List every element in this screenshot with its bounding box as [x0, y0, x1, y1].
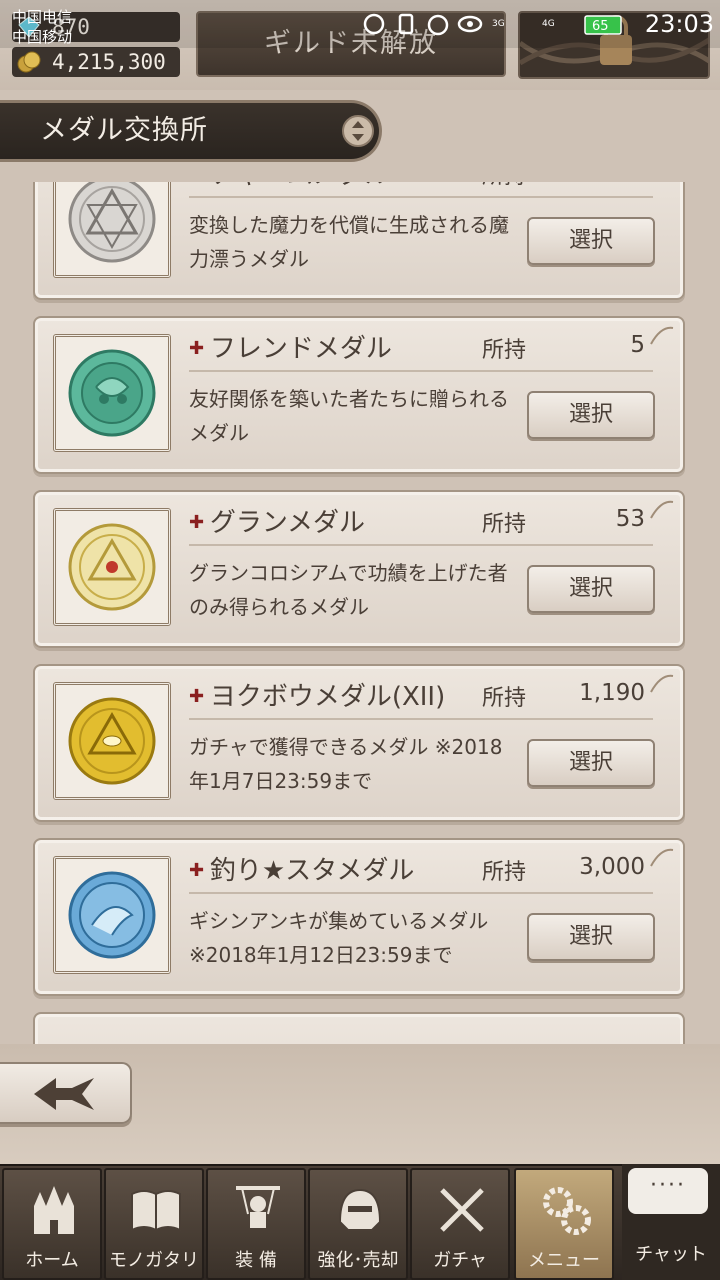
medal-name: チャームメダル	[189, 182, 391, 191]
green-medal-icon	[68, 349, 156, 437]
medal-image-frame	[53, 334, 171, 452]
nav-label: ホーム	[25, 1250, 79, 1271]
medal-image-frame	[53, 508, 171, 626]
medal-description: グランコロシアムで功績を上げた者のみ得られるメダル	[189, 561, 508, 619]
select-button[interactable]: 選択	[527, 565, 655, 613]
medal-name: ヨクボウメダル(XII)	[189, 676, 445, 713]
nav-gacha[interactable]: ガチャ	[410, 1168, 510, 1280]
owned-count: 3,000	[579, 854, 645, 880]
headset-icon	[363, 13, 385, 35]
medal-name: グランメダル	[189, 502, 365, 539]
back-area	[0, 1044, 720, 1164]
bottom-nav: ホーム モノガタリ 装 備 強化･売却 ガチャ メニュー	[0, 1164, 720, 1280]
carrier-2: 中国移动	[12, 28, 73, 46]
nav-label: 装 備	[235, 1250, 277, 1271]
medal-card-partial	[33, 1012, 685, 1044]
crossed-swords-icon	[440, 1188, 484, 1232]
medal-description: 友好関係を築いた者たちに贈られるメダル	[189, 387, 509, 445]
medal-description: 変換した魔力を代償に生成される魔力漂うメダル	[189, 213, 509, 271]
nav-home[interactable]: ホーム	[2, 1168, 102, 1280]
divider	[189, 718, 653, 720]
blue-medal-icon	[68, 871, 156, 959]
medal-card: フレンドメダル 所持 5 友好関係を築いた者たちに贈られるメダル 選択	[33, 316, 685, 474]
divider	[189, 196, 653, 198]
coin-icon	[17, 51, 41, 73]
owned-count: 94	[553, 182, 645, 184]
vibrate-icon	[398, 13, 414, 35]
corner-ornament-icon	[650, 326, 674, 345]
carrier-1: 中国电信	[12, 8, 73, 26]
gold-medal-icon	[68, 697, 156, 785]
back-button[interactable]	[0, 1062, 132, 1124]
chat-dots: ····	[650, 1173, 686, 1198]
owned-label: 所持	[482, 338, 527, 363]
castle-icon	[34, 1186, 74, 1234]
svg-text:3G: 3G	[492, 19, 505, 29]
medal-list-viewport[interactable]: チャームメダル 所持 94 変換した魔力を代償に生成される魔力漂うメダル 選択 …	[0, 182, 720, 1044]
nav-label: 強化･売却	[317, 1250, 399, 1271]
medal-image-frame	[53, 182, 171, 278]
battery-level: 65	[592, 19, 609, 34]
owned-label: 所持	[482, 512, 527, 537]
gears-icon	[543, 1187, 591, 1235]
medal-image-frame	[53, 682, 171, 800]
sort-button[interactable]	[342, 115, 374, 147]
select-button[interactable]: 選択	[527, 913, 655, 961]
select-button[interactable]: 選択	[527, 217, 655, 265]
medal-description: ガチャで獲得できるメダル ※2018年1月7日23:59まで	[189, 735, 503, 793]
corner-ornament-icon	[650, 674, 674, 693]
book-icon	[131, 1190, 181, 1232]
chat-button[interactable]: ···· チャット	[622, 1164, 720, 1280]
title-ribbon: メダル交換所	[0, 100, 382, 162]
nav-menu[interactable]: メニュー	[514, 1168, 614, 1280]
nav-label: メニュー	[528, 1250, 600, 1271]
select-button[interactable]: 選択	[527, 739, 655, 787]
nav-equipment[interactable]: 装 備	[206, 1168, 306, 1280]
medal-card: グランメダル 所持 53 グランコロシアムで功績を上げた者のみ得られるメダル 選…	[33, 490, 685, 648]
select-button[interactable]: 選択	[527, 391, 655, 439]
divider	[189, 544, 653, 546]
silver-medal-icon	[68, 182, 156, 263]
medal-description: ギシンアンキが集めているメダル※2018年1月12日23:59まで	[189, 909, 489, 967]
medal-image-frame	[53, 856, 171, 974]
divider	[189, 370, 653, 372]
alarm-icon	[427, 14, 449, 36]
nav-upgrade[interactable]: 強化･売却	[308, 1168, 408, 1280]
grand-medal-icon	[68, 523, 156, 611]
owned-count: 53	[615, 506, 645, 532]
back-arrow-icon	[34, 1078, 94, 1110]
medal-card: ヨクボウメダル(XII) 所持 1,190 ガチャで獲得できるメダル ※2018…	[33, 664, 685, 822]
svg-text:4G: 4G	[542, 19, 555, 29]
owned-label: 所持	[482, 860, 527, 885]
divider	[189, 892, 653, 894]
chat-label: チャット	[635, 1244, 707, 1265]
status-time: 23:03	[644, 10, 714, 38]
medal-name: 釣り★スタメダル	[189, 850, 415, 887]
nav-label: ガチャ	[433, 1250, 487, 1271]
corner-ornament-icon	[650, 848, 674, 867]
sort-icon	[352, 121, 364, 141]
nav-label: モノガタリ	[109, 1250, 199, 1271]
page-title: メダル交換所	[40, 115, 208, 146]
medal-card: 釣り★スタメダル 所持 3,000 ギシンアンキが集めているメダル※2018年1…	[33, 838, 685, 996]
nav-story[interactable]: モノガタリ	[104, 1168, 204, 1280]
helmet-icon	[338, 1188, 382, 1231]
owned-count: 1,190	[579, 680, 645, 706]
status-icons: 3G 4G 65	[363, 13, 622, 36]
coin-count: 4,215,300	[52, 50, 166, 74]
owned-count: 5	[630, 332, 645, 358]
status-bar: 中国电信 中国移动 3G 4G 65 23:03	[0, 0, 720, 48]
owned-label: 所持	[482, 686, 527, 711]
puppet-icon	[236, 1186, 280, 1228]
chat-bubble-icon: ····	[628, 1168, 708, 1214]
medal-name: フレンドメダル	[189, 328, 392, 365]
medal-card: チャームメダル 所持 94 変換した魔力を代償に生成される魔力漂うメダル 選択	[33, 182, 685, 300]
owned-label: 所持	[482, 182, 526, 190]
corner-ornament-icon	[650, 500, 674, 519]
coin-counter: 4,215,300	[12, 47, 180, 77]
